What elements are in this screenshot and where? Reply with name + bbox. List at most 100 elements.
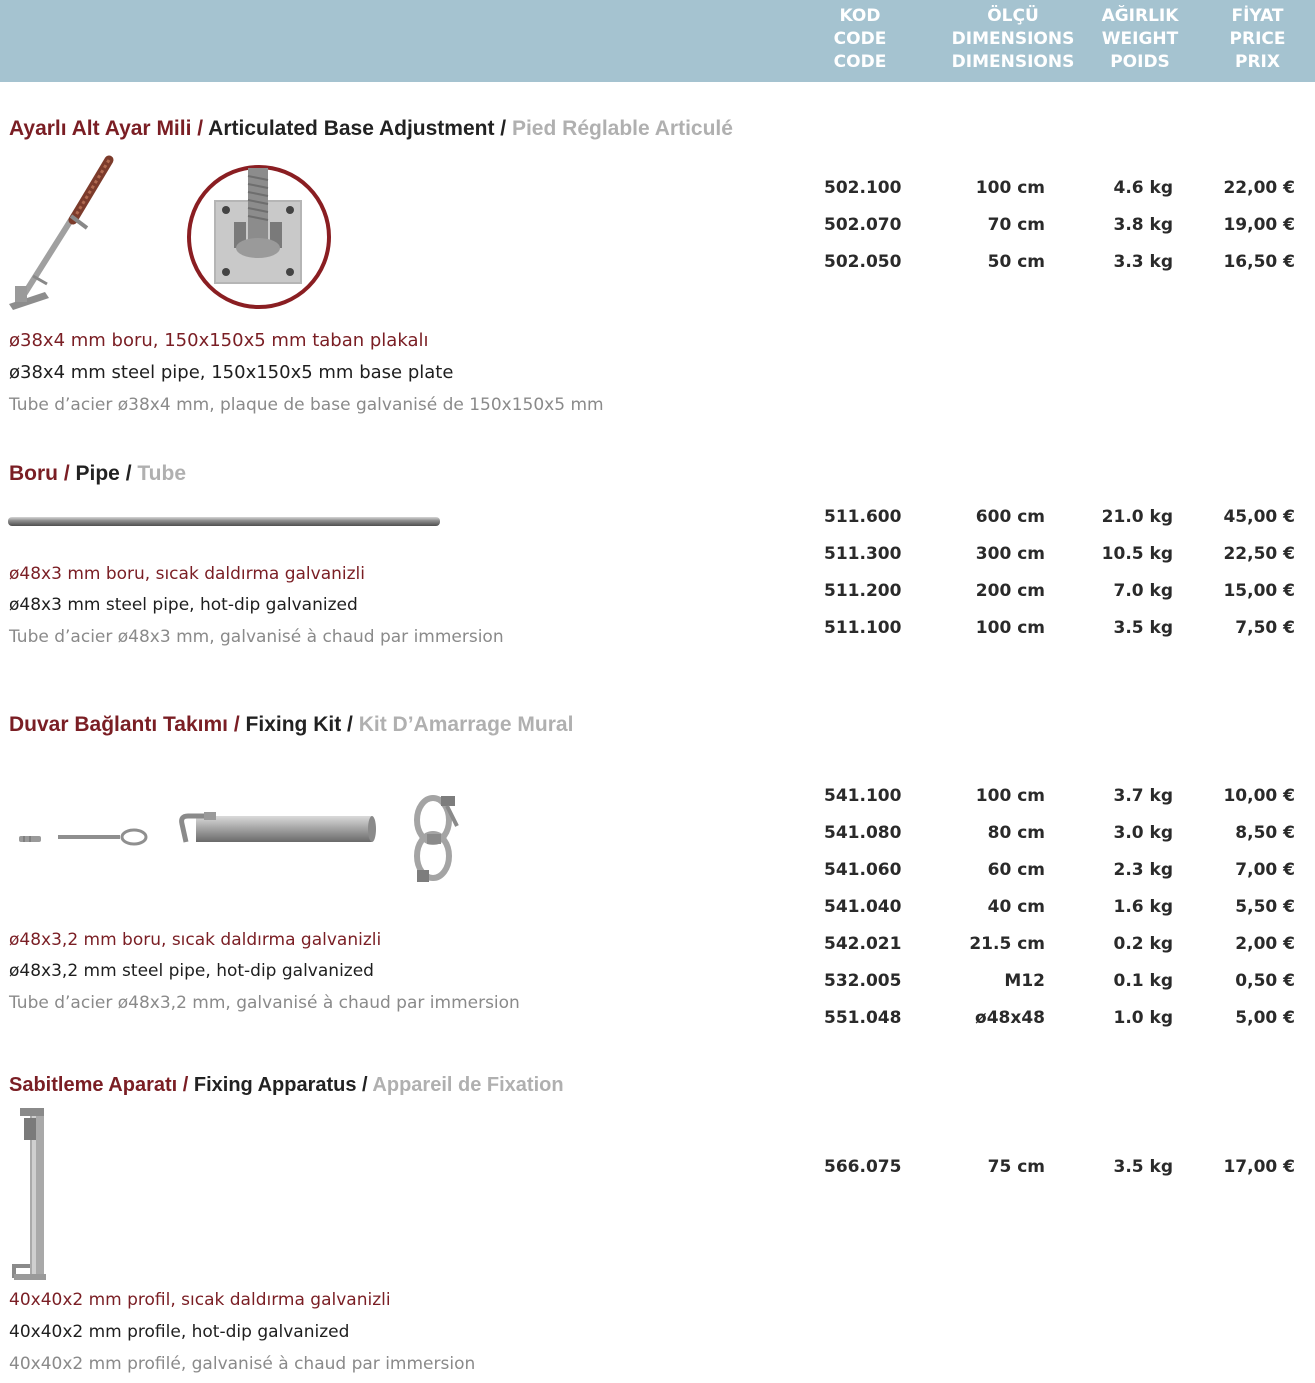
header-price-fr: PRIX bbox=[1235, 52, 1280, 72]
header-code-tr: KOD bbox=[839, 6, 881, 26]
cell-price: 17,00 € bbox=[1223, 1157, 1295, 1177]
title-tr: Sabitleme Aparatı bbox=[9, 1074, 178, 1096]
table-row: 502.050 50 cm 3.3 kg 16,50 € bbox=[0, 252, 1315, 276]
cell-weight: 1.6 kg bbox=[1113, 897, 1173, 917]
table-row: 542.021 21.5 cm 0.2 kg 2,00 € bbox=[0, 934, 1315, 958]
table-row: 511.600 600 cm 21.0 kg 45,00 € bbox=[0, 507, 1315, 531]
cell-weight: 2.3 kg bbox=[1113, 860, 1173, 880]
cell-weight: 7.0 kg bbox=[1113, 581, 1173, 601]
title-en: Fixing Apparatus bbox=[193, 1074, 357, 1096]
table-row: 511.100 100 cm 3.5 kg 7,50 € bbox=[0, 618, 1315, 642]
cell-code: 511.100 bbox=[824, 618, 902, 638]
cell-price: 16,50 € bbox=[1223, 252, 1295, 272]
header-price-tr: FİYAT bbox=[1231, 6, 1284, 26]
cell-weight: 21.0 kg bbox=[1101, 507, 1173, 527]
description-fr: Tube d’acier ø38x4 mm, plaque de base ga… bbox=[9, 395, 604, 415]
header-weight-fr: POIDS bbox=[1110, 52, 1170, 72]
title-en: Pipe bbox=[75, 462, 120, 485]
cell-weight: 3.8 kg bbox=[1113, 215, 1173, 235]
header-code-fr: CODE bbox=[833, 52, 887, 72]
cell-dimension: 50 cm bbox=[987, 252, 1045, 272]
header-dimensions-fr: DIMENSIONS bbox=[951, 52, 1075, 72]
cell-code: 541.060 bbox=[824, 860, 902, 880]
header-dimensions: ÖLÇÜ DIMENSIONS DIMENSIONS bbox=[948, 5, 1078, 74]
title-separator: / bbox=[356, 1074, 373, 1096]
table-row: 511.200 200 cm 7.0 kg 15,00 € bbox=[0, 581, 1315, 605]
table-row: 502.070 70 cm 3.8 kg 19,00 € bbox=[0, 215, 1315, 239]
cell-price: 15,00 € bbox=[1223, 581, 1295, 601]
header-code: KOD CODE CODE bbox=[815, 5, 905, 74]
title-separator: / bbox=[191, 117, 209, 140]
table-row: 566.075 75 cm 3.5 kg 17,00 € bbox=[0, 1157, 1315, 1181]
cell-price: 10,00 € bbox=[1223, 786, 1295, 806]
cell-weight: 0.1 kg bbox=[1113, 971, 1173, 991]
section-title-fixing-kit: Duvar Bağlantı Takımı / Fixing Kit / Kit… bbox=[9, 713, 573, 737]
cell-dimension: M12 bbox=[1004, 971, 1045, 991]
cell-code: 502.050 bbox=[824, 252, 902, 272]
cell-weight: 4.6 kg bbox=[1113, 178, 1173, 198]
cell-code: 566.075 bbox=[824, 1157, 902, 1177]
description-tr: ø38x4 mm boru, 150x150x5 mm taban plakal… bbox=[9, 330, 429, 351]
title-tr: Ayarlı Alt Ayar Mili bbox=[9, 117, 192, 140]
cell-weight: 3.3 kg bbox=[1113, 252, 1173, 272]
section-title-pipe: Boru / Pipe / Tube bbox=[9, 462, 186, 486]
cell-price: 7,00 € bbox=[1235, 860, 1295, 880]
title-en: Fixing Kit bbox=[245, 713, 342, 736]
table-row: 541.060 60 cm 2.3 kg 7,00 € bbox=[0, 860, 1315, 884]
description-fr: 40x40x2 mm profilé, galvanisé à chaud pa… bbox=[9, 1354, 476, 1374]
cell-price: 2,00 € bbox=[1235, 934, 1295, 954]
title-tr: Boru bbox=[9, 462, 58, 485]
cell-code: 541.040 bbox=[824, 897, 902, 917]
title-separator: / bbox=[494, 117, 512, 140]
cell-weight: 10.5 kg bbox=[1101, 544, 1173, 564]
section-title-base-adjustment: Ayarlı Alt Ayar Mili / Articulated Base … bbox=[9, 117, 733, 141]
table-row: 532.005 M12 0.1 kg 0,50 € bbox=[0, 971, 1315, 995]
table-row: 502.100 100 cm 4.6 kg 22,00 € bbox=[0, 178, 1315, 202]
cell-code: 502.070 bbox=[824, 215, 902, 235]
cell-dimension: 200 cm bbox=[975, 581, 1045, 601]
cell-dimension: 40 cm bbox=[987, 897, 1045, 917]
title-separator: / bbox=[177, 1074, 194, 1096]
cell-dimension: 100 cm bbox=[975, 178, 1045, 198]
cell-dimension: 600 cm bbox=[975, 507, 1045, 527]
cell-dimension: 60 cm bbox=[987, 860, 1045, 880]
table-row: 541.080 80 cm 3.0 kg 8,50 € bbox=[0, 823, 1315, 847]
description-en: 40x40x2 mm profile, hot-dip galvanized bbox=[9, 1322, 350, 1342]
cell-dimension: 21.5 cm bbox=[969, 934, 1045, 954]
cell-dimension: 300 cm bbox=[975, 544, 1045, 564]
cell-code: 502.100 bbox=[824, 178, 902, 198]
table-header-bar: KOD CODE CODE ÖLÇÜ DIMENSIONS DIMENSIONS… bbox=[0, 0, 1315, 82]
table-row: 541.040 40 cm 1.6 kg 5,50 € bbox=[0, 897, 1315, 921]
cell-code: 532.005 bbox=[824, 971, 902, 991]
table-row: 541.100 100 cm 3.7 kg 10,00 € bbox=[0, 786, 1315, 810]
cell-weight: 3.0 kg bbox=[1113, 823, 1173, 843]
title-tr: Duvar Bağlantı Takımı bbox=[9, 713, 229, 736]
cell-dimension: 100 cm bbox=[975, 786, 1045, 806]
header-dimensions-tr: ÖLÇÜ bbox=[987, 6, 1039, 26]
header-price-en: PRICE bbox=[1229, 29, 1286, 49]
cell-weight: 3.5 kg bbox=[1113, 618, 1173, 638]
cell-price: 45,00 € bbox=[1223, 507, 1295, 527]
cell-dimension: 80 cm bbox=[987, 823, 1045, 843]
title-fr: Tube bbox=[137, 462, 186, 485]
fixing-bracket-photo bbox=[12, 1108, 46, 1280]
title-fr: Kit D’Amarrage Mural bbox=[358, 713, 574, 736]
cell-code: 511.300 bbox=[824, 544, 902, 564]
cell-dimension: 75 cm bbox=[987, 1157, 1045, 1177]
cell-price: 7,50 € bbox=[1235, 618, 1295, 638]
header-dimensions-en: DIMENSIONS bbox=[951, 29, 1075, 49]
title-separator: / bbox=[119, 462, 138, 485]
cell-price: 5,00 € bbox=[1235, 1008, 1295, 1028]
cell-price: 0,50 € bbox=[1235, 971, 1295, 991]
title-fr: Pied Réglable Articulé bbox=[511, 117, 733, 140]
header-weight-tr: AĞIRLIK bbox=[1101, 6, 1179, 26]
cell-code: 542.021 bbox=[824, 934, 902, 954]
cell-weight: 0.2 kg bbox=[1113, 934, 1173, 954]
cell-dimension: 70 cm bbox=[987, 215, 1045, 235]
cell-dimension: ø48x48 bbox=[975, 1008, 1045, 1028]
cell-code: 511.600 bbox=[824, 507, 902, 527]
table-row: 551.048 ø48x48 1.0 kg 5,00 € bbox=[0, 1008, 1315, 1032]
description-en: ø38x4 mm steel pipe, 150x150x5 mm base p… bbox=[9, 362, 454, 383]
cell-weight: 1.0 kg bbox=[1113, 1008, 1173, 1028]
cell-code: 551.048 bbox=[824, 1008, 902, 1028]
